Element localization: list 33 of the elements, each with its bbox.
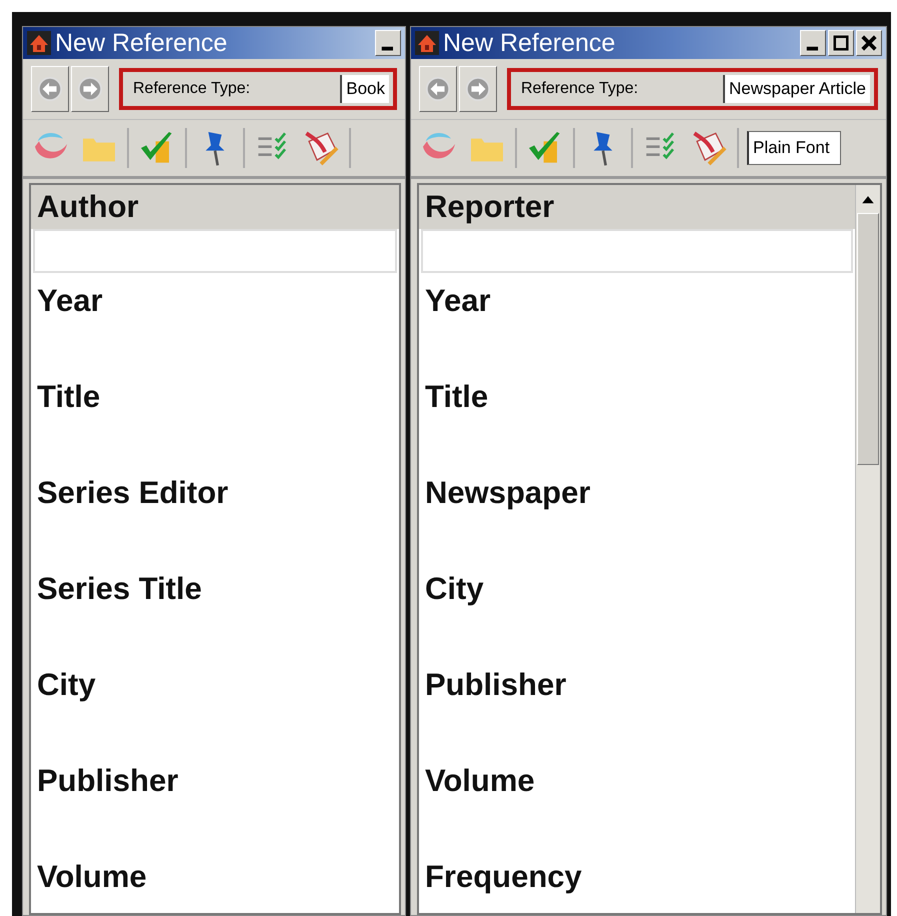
reference-type-label: Reference Type: — [521, 80, 640, 98]
field-label[interactable]: Author — [31, 185, 399, 229]
reference-type-label: Reference Type: — [133, 80, 252, 98]
field-label[interactable]: Publisher — [419, 657, 855, 753]
house-icon — [415, 31, 439, 55]
field-label[interactable]: Newspaper — [419, 465, 855, 561]
house-icon — [27, 31, 51, 55]
input-field[interactable] — [421, 229, 853, 273]
field-label[interactable]: Year — [419, 273, 855, 369]
window-title: New Reference — [443, 28, 616, 58]
font-field[interactable]: Plain Font — [747, 131, 841, 165]
input-field[interactable] — [33, 229, 397, 273]
scrollbar[interactable] — [855, 185, 880, 913]
back-button[interactable] — [419, 66, 457, 112]
field-label[interactable]: Volume — [419, 753, 855, 849]
reference-type-field[interactable]: Newspaper Article — [722, 75, 870, 103]
field-label[interactable]: Series Title — [31, 561, 399, 657]
forward-button[interactable] — [71, 66, 109, 112]
field-label[interactable]: Title — [31, 369, 399, 465]
field-label[interactable]: Publisher — [31, 753, 399, 849]
field-label[interactable]: Frequency — [419, 849, 855, 913]
window-title: New Reference — [55, 28, 228, 58]
field-label[interactable]: Series Editor — [31, 465, 399, 561]
forward-button[interactable] — [459, 66, 497, 112]
field-label[interactable]: Volume — [31, 849, 399, 913]
field-label[interactable]: Reporter — [419, 185, 855, 229]
field-label[interactable]: City — [419, 561, 855, 657]
scroll-thumb[interactable] — [857, 213, 879, 465]
field-label[interactable]: Year — [31, 273, 399, 369]
back-button[interactable] — [31, 66, 69, 112]
field-label[interactable]: City — [31, 657, 399, 753]
reference-type-field[interactable]: Book — [340, 75, 389, 103]
field-label[interactable]: Title — [419, 369, 855, 465]
